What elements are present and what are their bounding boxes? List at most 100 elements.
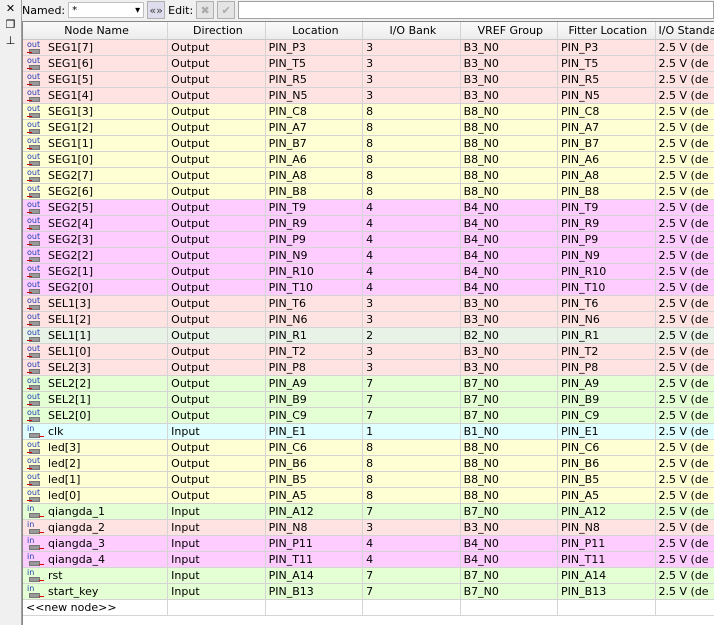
table-row[interactable]: out SEL1[0] Output PIN_T2 3 B3_N0 PIN_T2 2.5 V … (23, 344, 714, 360)
table-row[interactable]: out SEG2[3] Output PIN_P9 4 B4_N0 PIN_P9 2.5 V … (23, 232, 714, 248)
cell-fitter-location[interactable]: PIN_A8 (558, 168, 656, 183)
cell-vref-group[interactable]: B7_N0 (461, 408, 559, 423)
cell-vref-group[interactable]: B7_N0 (461, 392, 559, 407)
cell-node-name[interactable]: out led[1] (23, 472, 169, 487)
cell-io-bank[interactable]: 3 (363, 296, 461, 311)
cell-fitter-location[interactable]: PIN_A7 (558, 120, 656, 135)
cell-node-name[interactable]: out SEG2[5] (23, 200, 169, 215)
table-row[interactable]: out led[1] Output PIN_B5 8 B8_N0 PIN_B5 2.5 V (… (23, 472, 714, 488)
cell-fitter-location[interactable]: PIN_R1 (558, 328, 656, 343)
cell-fitter-location[interactable]: PIN_P9 (558, 232, 656, 247)
cell-node-name[interactable]: out SEG2[1] (23, 264, 169, 279)
cell-direction[interactable]: Output (168, 232, 266, 247)
cell-fitter-location[interactable]: PIN_T5 (558, 56, 656, 71)
cell-node-name[interactable]: in qiangda_1 (23, 504, 169, 519)
cell-vref-group[interactable]: B4_N0 (461, 536, 559, 551)
named-filter-dropdown[interactable]: * ▾ (68, 2, 145, 18)
cell-location[interactable]: PIN_N6 (266, 312, 364, 327)
cell-node-name[interactable]: out SEG1[7] (23, 40, 169, 55)
cell-fitter-location[interactable]: PIN_A12 (558, 504, 656, 519)
cell-fitter-location[interactable]: PIN_N8 (558, 520, 656, 535)
cell-location[interactable]: PIN_E1 (266, 424, 364, 439)
cell-direction[interactable]: Input (168, 552, 266, 567)
cell-location[interactable]: PIN_A9 (266, 376, 364, 391)
cell-vref-group[interactable]: B7_N0 (461, 504, 559, 519)
new-node-row[interactable]: <<new node>> (23, 600, 714, 616)
cell-location[interactable]: PIN_R1 (266, 328, 364, 343)
cell-fitter-location[interactable]: PIN_B5 (558, 472, 656, 487)
cell-direction[interactable]: Output (168, 248, 266, 263)
cell-io-bank[interactable]: 7 (363, 392, 461, 407)
cell-direction[interactable]: Output (168, 440, 266, 455)
cell-vref-group[interactable]: B8_N0 (461, 136, 559, 151)
cell-node-name[interactable]: out SEG2[7] (23, 168, 169, 183)
cell-io-bank[interactable]: 8 (363, 440, 461, 455)
col-vref-group[interactable]: VREF Group (460, 22, 559, 39)
cell-io-bank[interactable]: 4 (363, 536, 461, 551)
cell-node-name[interactable]: out SEG1[4] (23, 88, 169, 103)
cell-io-standard[interactable]: 2.5 V (de (656, 472, 714, 487)
cell-io-bank[interactable]: 3 (363, 72, 461, 87)
cell-direction[interactable]: Input (168, 536, 266, 551)
cell-vref-group[interactable]: B3_N0 (461, 72, 559, 87)
col-io-bank[interactable]: I/O Bank (363, 22, 461, 39)
table-row[interactable]: out SEG2[6] Output PIN_B8 8 B8_N0 PIN_B8 2.5 V … (23, 184, 714, 200)
cell-io-standard[interactable]: 2.5 V (de (656, 344, 714, 359)
table-row[interactable]: in start_key Input PIN_B13 7 B7_N0 PIN_B13 2.5 … (23, 584, 714, 600)
cell-location[interactable]: PIN_T9 (266, 200, 364, 215)
cell-io-bank[interactable]: 3 (363, 88, 461, 103)
cell-node-name[interactable]: out SEG1[6] (23, 56, 169, 71)
cell-node-name[interactable]: out led[3] (23, 440, 169, 455)
cell-location[interactable]: PIN_B8 (266, 184, 364, 199)
cell-vref-group[interactable]: B2_N0 (461, 328, 559, 343)
cell-io-standard[interactable]: 2.5 V (de (656, 248, 714, 263)
cell-node-name[interactable]: out led[2] (23, 456, 169, 471)
table-row[interactable]: out led[2] Output PIN_B6 8 B8_N0 PIN_B6 2.5 V (… (23, 456, 714, 472)
cell-fitter-location[interactable]: PIN_R10 (558, 264, 656, 279)
cell-location[interactable]: PIN_N8 (266, 520, 364, 535)
table-row[interactable]: in qiangda_3 Input PIN_P11 4 B4_N0 PIN_P11 2.5 … (23, 536, 714, 552)
restore-icon[interactable]: ❐ (0, 18, 21, 32)
cell-fitter-location[interactable]: PIN_C9 (558, 408, 656, 423)
cell-io-standard[interactable]: 2.5 V (de (656, 488, 714, 503)
cell-direction[interactable]: Output (168, 168, 266, 183)
col-node-name[interactable]: Node Name (23, 22, 169, 39)
cell-io-bank[interactable]: 4 (363, 232, 461, 247)
cell-fitter-location[interactable]: PIN_C6 (558, 440, 656, 455)
cell-fitter-location[interactable]: PIN_T2 (558, 344, 656, 359)
cell-location[interactable]: PIN_B7 (266, 136, 364, 151)
cell-node-name[interactable]: out SEL2[2] (23, 376, 169, 391)
cell-direction[interactable]: Output (168, 376, 266, 391)
cell-io-bank[interactable]: 3 (363, 312, 461, 327)
cell-direction[interactable]: Output (168, 488, 266, 503)
cell-location[interactable]: PIN_C9 (266, 408, 364, 423)
cell-io-bank[interactable]: 4 (363, 200, 461, 215)
cell-io-standard[interactable]: 2.5 V (de (656, 456, 714, 471)
table-row[interactable]: in qiangda_2 Input PIN_N8 3 B3_N0 PIN_N8 2.5 V … (23, 520, 714, 536)
cell-io-standard[interactable]: 2.5 V (de (656, 376, 714, 391)
cell-location[interactable]: PIN_P8 (266, 360, 364, 375)
cell-io-bank[interactable]: 4 (363, 264, 461, 279)
cell-vref-group[interactable]: B3_N0 (461, 56, 559, 71)
table-row[interactable]: out SEG1[1] Output PIN_B7 8 B8_N0 PIN_B7 2.5 V … (23, 136, 714, 152)
cell-node-name[interactable]: out SEL1[3] (23, 296, 169, 311)
cell-direction[interactable]: Output (168, 120, 266, 135)
cell-location[interactable]: PIN_T2 (266, 344, 364, 359)
cell-direction[interactable]: Input (168, 520, 266, 535)
table-row[interactable]: out SEG1[6] Output PIN_T5 3 B3_N0 PIN_T5 2.5 V … (23, 56, 714, 72)
cell-vref-group[interactable]: B4_N0 (461, 200, 559, 215)
cell-node-name[interactable]: out SEL1[2] (23, 312, 169, 327)
cell-node-name[interactable]: out SEG2[2] (23, 248, 169, 263)
cell-direction[interactable]: Output (168, 296, 266, 311)
cell-direction[interactable]: Output (168, 264, 266, 279)
cell-io-bank[interactable]: 7 (363, 376, 461, 391)
cell-fitter-location[interactable]: PIN_B9 (558, 392, 656, 407)
cell-io-standard[interactable]: 2.5 V (de (656, 424, 714, 439)
cell-io-bank[interactable]: 8 (363, 120, 461, 135)
cell-io-bank[interactable]: 8 (363, 136, 461, 151)
cell-vref-group[interactable]: B3_N0 (461, 40, 559, 55)
cell-location[interactable]: PIN_B9 (266, 392, 364, 407)
cell-fitter-location[interactable]: PIN_N9 (558, 248, 656, 263)
cell-io-bank[interactable]: 4 (363, 216, 461, 231)
cell-io-bank[interactable]: 7 (363, 584, 461, 599)
